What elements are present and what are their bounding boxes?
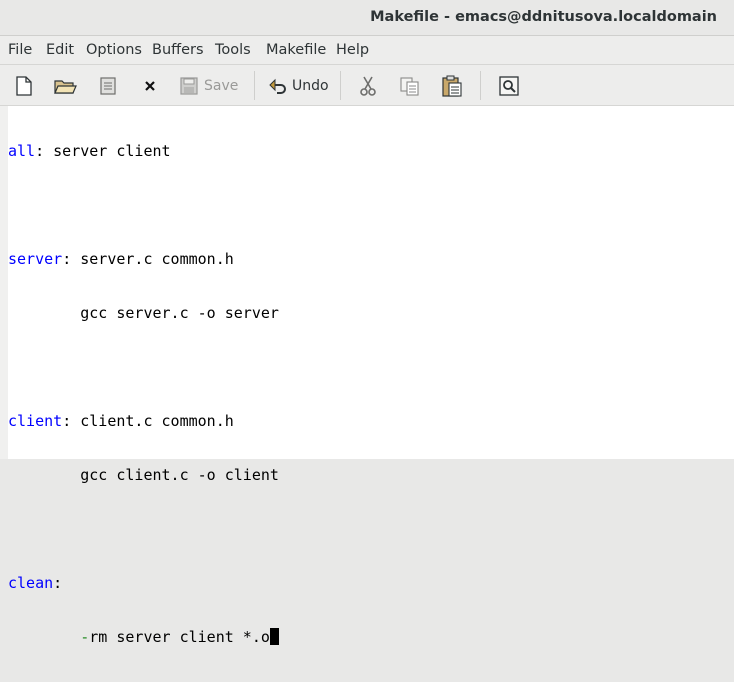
toolbar-separator <box>254 71 255 100</box>
ignore-error-prefix: - <box>80 628 90 646</box>
menu-edit[interactable]: Edit <box>46 42 74 58</box>
copy-icon <box>400 77 419 96</box>
window-title: Makefile - emacs@ddnitusova.localdomain <box>370 9 717 25</box>
target-dependencies: server client <box>44 142 171 160</box>
toolbar: Save Undo <box>0 65 734 106</box>
save-icon <box>180 77 198 95</box>
search-icon <box>499 76 519 96</box>
undo-icon <box>269 78 286 94</box>
code-line: gcc server.c -o server <box>8 304 279 322</box>
empty-line <box>8 358 279 376</box>
make-target: clean <box>8 574 54 592</box>
menu-tools[interactable]: Tools <box>215 42 251 58</box>
recipe-command: rm server client *.o <box>89 628 270 646</box>
menu-file[interactable]: File <box>8 42 32 58</box>
new-file-icon <box>16 76 32 96</box>
menu-buffers[interactable]: Buffers <box>152 42 204 58</box>
code-line: server: server.c common.h <box>8 250 279 268</box>
dired-button[interactable] <box>94 73 122 99</box>
left-fringe <box>0 106 8 459</box>
menu-help[interactable]: Help <box>336 42 369 58</box>
open-file-button[interactable] <box>51 73 79 99</box>
code-line: -rm server client *.o <box>8 628 279 646</box>
open-folder-icon <box>54 80 77 94</box>
copy-button[interactable] <box>396 73 424 99</box>
save-label: Save <box>204 78 239 94</box>
save-button[interactable]: Save <box>178 73 240 99</box>
dired-icon <box>100 77 116 95</box>
target-colon: : <box>53 574 63 592</box>
editor-area[interactable]: all: server client server: server.c comm… <box>0 106 734 646</box>
empty-line <box>8 520 279 538</box>
menu-bar: File Edit Options Buffers Tools Makefile… <box>0 36 734 65</box>
title-bar: Makefile - emacs@ddnitusova.localdomain <box>0 0 734 36</box>
menu-makefile[interactable]: Makefile <box>266 42 326 58</box>
empty-line <box>8 196 279 214</box>
close-icon <box>145 81 155 91</box>
target-colon: : <box>62 250 72 268</box>
code-line: gcc client.c -o client <box>8 466 279 484</box>
paste-icon <box>442 75 462 97</box>
code-line: client: client.c common.h <box>8 412 279 430</box>
recipe-command: gcc server.c -o server <box>80 304 279 322</box>
search-button[interactable] <box>496 73 522 99</box>
target-colon: : <box>35 142 45 160</box>
undo-button[interactable]: Undo <box>268 73 330 99</box>
make-target: client <box>8 412 63 430</box>
cut-icon <box>360 76 376 96</box>
target-dependencies: client.c common.h <box>71 412 234 430</box>
recipe-command: gcc client.c -o client <box>80 466 279 484</box>
code-line: all: server client <box>8 142 279 160</box>
undo-label: Undo <box>292 78 329 94</box>
target-colon: : <box>62 412 72 430</box>
target-dependencies: server.c common.h <box>71 250 234 268</box>
toolbar-separator <box>480 71 481 100</box>
makefile-buffer[interactable]: all: server client server: server.c comm… <box>8 106 279 682</box>
menu-options[interactable]: Options <box>86 42 142 58</box>
text-cursor <box>269 628 279 645</box>
new-file-button[interactable] <box>10 73 38 99</box>
make-target: all <box>8 142 36 160</box>
toolbar-separator <box>340 71 341 100</box>
paste-button[interactable] <box>438 73 466 99</box>
code-line: clean: <box>8 574 279 592</box>
make-target: server <box>8 250 63 268</box>
close-buffer-button[interactable] <box>137 73 163 99</box>
cut-button[interactable] <box>355 73 381 99</box>
